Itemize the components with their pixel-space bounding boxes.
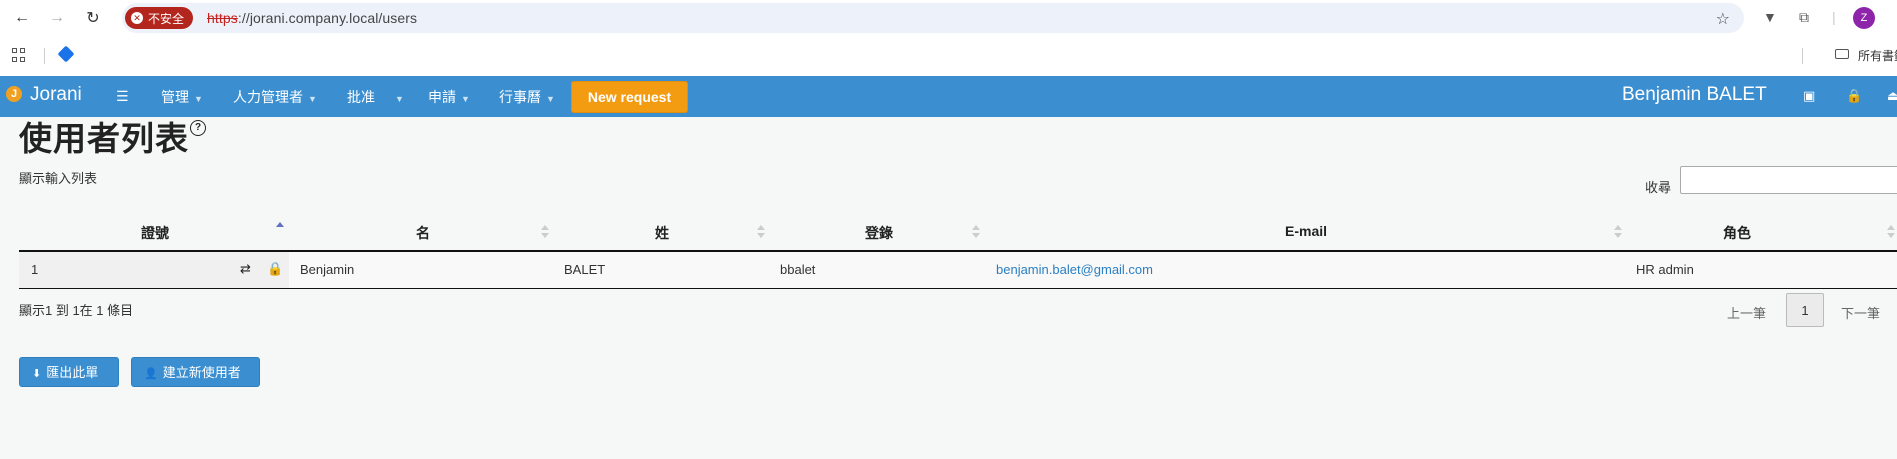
caret-down-icon: ▼ — [461, 94, 470, 104]
table-row: 1 ⇄ 🔒 Benjamin BALET bbalet benjamin.bal… — [19, 252, 1897, 289]
menu-requests[interactable]: 申請 ▼ — [428, 87, 470, 107]
export-button[interactable]: ⬇ 匯出此單 — [19, 357, 119, 387]
table-header: 證號 名 姓 登錄 E-mail 角色 — [19, 213, 1897, 252]
search-label: 收尋 — [1645, 180, 1672, 195]
caret-down-icon: ▼ — [546, 94, 555, 104]
toolbar-divider: | — [1832, 9, 1836, 25]
sort-icon[interactable] — [541, 225, 549, 239]
url-text[interactable]: https://jorani.company.local/users — [207, 10, 417, 26]
cell-lastname: BALET — [564, 262, 606, 277]
caret-down-icon: ▼ — [194, 94, 203, 104]
caret-down-icon: ▼ — [308, 94, 317, 104]
bookmark-star-icon[interactable]: ☆ — [1716, 9, 1730, 29]
logout-icon[interactable]: ⏏ — [1887, 88, 1897, 104]
menu-approval-label: 批准 — [347, 89, 375, 105]
col-header-email[interactable]: E-mail — [1285, 223, 1327, 239]
menu-hr-manager[interactable]: 人力管理者 ▼ — [233, 87, 317, 107]
address-bar[interactable]: ✕ 不安全 https://jorani.company.local/users… — [122, 3, 1744, 33]
list-icon[interactable]: ☰ — [116, 88, 129, 105]
url-scheme: https — [207, 10, 238, 26]
bookmark-separator — [44, 48, 45, 64]
search-input[interactable] — [1680, 166, 1897, 194]
menu-approval[interactable]: 批准 ▼ — [347, 87, 404, 107]
back-icon[interactable]: ← — [10, 6, 34, 30]
folder-icon — [1835, 49, 1849, 59]
users-table: 證號 名 姓 登錄 E-mail 角色 1 ⇄ 🔒 Benjamin BALET… — [19, 213, 1897, 289]
filter-extension-icon[interactable]: ▼ — [1763, 9, 1777, 25]
menu-admin-label: 管理 — [161, 89, 189, 105]
menu-calendar[interactable]: 行事曆 ▼ — [499, 87, 555, 107]
create-user-button[interactable]: 👤 建立新使用者 — [131, 357, 260, 387]
pager-page-1[interactable]: 1 — [1786, 293, 1824, 327]
forward-icon[interactable]: → — [45, 6, 69, 30]
col-header-role[interactable]: 角色 — [1723, 223, 1751, 243]
url-rest: ://jorani.company.local/users — [237, 10, 418, 26]
menu-requests-label: 申請 — [428, 89, 456, 105]
page-subtitle: 顯示輸入列表 — [19, 171, 98, 186]
cell-firstname: Benjamin — [300, 262, 355, 277]
security-label: 不安全 — [148, 11, 185, 26]
sort-icon[interactable] — [757, 225, 765, 239]
profile-card-icon[interactable]: ▣ — [1803, 88, 1815, 104]
create-user-label: 建立新使用者 — [162, 365, 241, 380]
col-header-login[interactable]: 登錄 — [865, 223, 893, 243]
pager-next[interactable]: 下一筆 — [1841, 303, 1880, 322]
jorani-logo-icon[interactable]: J — [6, 86, 22, 102]
all-bookmarks-link[interactable]: 所有書籤 — [1858, 47, 1897, 64]
new-request-button[interactable]: New request — [571, 81, 688, 113]
download-icon: ⬇ — [32, 368, 42, 380]
extensions-puzzle-icon[interactable]: ⧉ — [1799, 9, 1809, 26]
reset-password-lock-icon[interactable]: 🔒 — [267, 261, 283, 277]
cell-login: bbalet — [780, 262, 816, 277]
impersonate-user-icon[interactable]: ⇄ — [240, 261, 251, 277]
bookmark-favicon-icon[interactable] — [57, 45, 75, 63]
col-header-firstname[interactable]: 名 — [416, 223, 430, 243]
cell-id: 1 — [31, 262, 39, 277]
bookmarks-bar: 所有書籤 — [0, 36, 1897, 77]
table-info: 顯示1 到 1在 1 條目 — [19, 303, 134, 318]
cell-role: HR admin — [1636, 262, 1694, 277]
insecure-icon: ✕ — [131, 12, 143, 24]
cell-email-link[interactable]: benjamin.balet@gmail.com — [996, 262, 1153, 277]
app-navbar: J Jorani ☰ 管理 ▼ 人力管理者 ▼ 批准 ▼ 申請 ▼ 行事曆 ▼ New r… — [0, 76, 1897, 117]
page-title: 使用者列表 — [19, 120, 189, 157]
caret-down-icon: ▼ — [395, 94, 404, 104]
help-icon[interactable]: ? — [190, 120, 206, 136]
add-user-icon: 👤 — [144, 368, 158, 380]
col-header-lastname[interactable]: 姓 — [655, 223, 669, 243]
user-name[interactable]: Benjamin BALET — [1622, 84, 1767, 106]
brand-link[interactable]: Jorani — [30, 84, 82, 106]
bookmark-separator — [1802, 48, 1803, 64]
export-label: 匯出此單 — [46, 365, 99, 380]
lock-icon[interactable]: 🔒 — [1846, 88, 1862, 104]
profile-avatar[interactable]: Z — [1853, 7, 1875, 29]
security-chip[interactable]: ✕ 不安全 — [125, 7, 194, 29]
menu-calendar-label: 行事曆 — [499, 89, 541, 105]
pager-previous[interactable]: 上一筆 — [1727, 303, 1766, 322]
col-header-id[interactable]: 證號 — [141, 223, 169, 243]
menu-hr-manager-label: 人力管理者 — [233, 89, 303, 105]
browser-toolbar: ← → ↻ ✕ 不安全 https://jorani.company.local… — [0, 0, 1897, 36]
reload-icon[interactable]: ↻ — [81, 6, 105, 30]
sort-icon[interactable] — [1614, 225, 1622, 239]
menu-admin[interactable]: 管理 ▼ — [161, 87, 203, 107]
sort-asc-icon[interactable] — [276, 222, 284, 236]
sort-icon[interactable] — [1887, 225, 1895, 239]
sort-icon[interactable] — [972, 225, 980, 239]
apps-grid-icon[interactable] — [12, 48, 26, 62]
